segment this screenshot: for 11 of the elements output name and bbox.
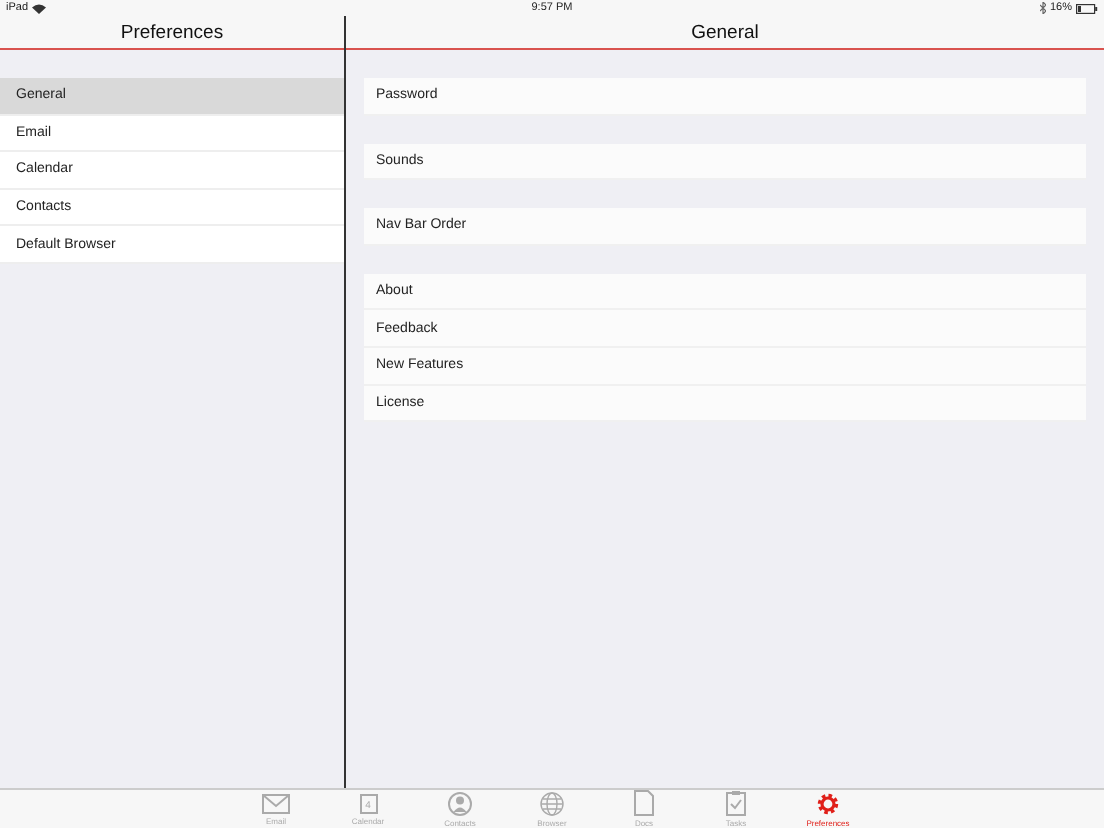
envelope-icon <box>262 793 290 813</box>
globe-icon <box>540 791 564 815</box>
detail-title: General <box>691 21 759 43</box>
gear-icon <box>816 791 840 815</box>
wifi-icon <box>32 3 47 13</box>
clipboard-icon <box>726 790 746 816</box>
document-icon <box>634 790 654 816</box>
sidebar-title: Preferences <box>120 21 224 43</box>
battery-icon <box>1075 3 1098 13</box>
person-icon <box>448 791 472 815</box>
bluetooth-icon <box>1039 2 1046 14</box>
